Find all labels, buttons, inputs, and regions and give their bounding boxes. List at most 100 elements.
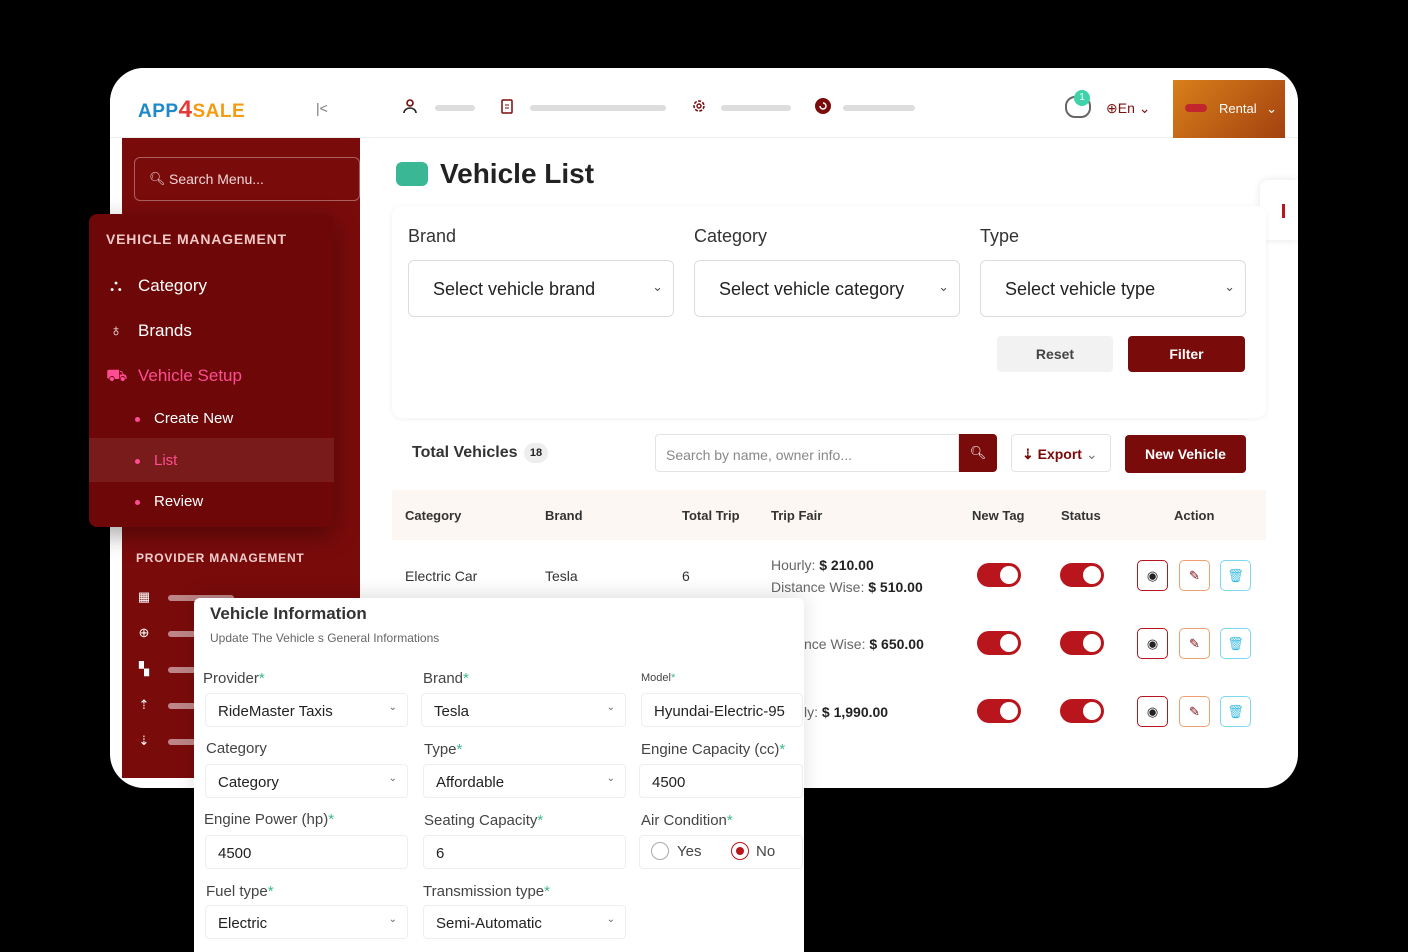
transmission-type-label: Transmission type* — [423, 883, 550, 900]
edit-button[interactable]: ✎ — [1179, 628, 1210, 659]
table-header — [392, 490, 1266, 540]
column-header: Total Trip — [682, 508, 740, 523]
module-switcher[interactable]: Rental ⌄ — [1173, 80, 1285, 138]
top-bar: APP4SALE |< 1 ⊕En ⌄ Rental ⌄ — [110, 68, 1298, 138]
status-toggle[interactable] — [1060, 563, 1104, 587]
view-button[interactable]: ◉ — [1137, 560, 1168, 591]
add-circle-icon[interactable]: ⊕ — [136, 625, 152, 641]
submenu-create-new[interactable]: Create New — [135, 410, 233, 427]
search-button[interactable]: 🔍︎ — [959, 434, 997, 472]
nav-placeholder — [530, 105, 666, 111]
view-button[interactable]: ◉ — [1137, 628, 1168, 659]
column-header: Trip Fair — [771, 508, 823, 523]
category-select[interactable]: Category ⌄ — [205, 764, 408, 798]
engine-capacity-input[interactable]: 4500 — [639, 764, 803, 798]
provider-label: Provider* — [203, 670, 265, 687]
cell-category: Electric Car — [405, 568, 478, 584]
air-condition-no-label: No — [756, 843, 776, 860]
menu-item-category[interactable]: ⛬ Category — [106, 276, 207, 296]
engine-power-input[interactable]: 4500 — [205, 835, 408, 869]
engine-power-label: Engine Power (hp)* — [204, 811, 335, 828]
edit-button[interactable]: ✎ — [1179, 560, 1210, 591]
cell-fare-distance: nce Wise: $ 650.00 — [804, 636, 924, 652]
type-select[interactable]: Affordable ⌄ — [423, 764, 626, 798]
provider-management-header: PROVIDER MANAGEMENT — [136, 551, 305, 565]
dashboard-icon[interactable]: ▚ — [136, 661, 152, 677]
cell-fare-hourly: ly: $ 1,990.00 — [804, 704, 889, 720]
vehicle-search-input[interactable]: Search by name, owner info... — [655, 434, 959, 472]
brand-select[interactable]: Tesla ⌄ — [421, 693, 626, 727]
chevron-down-icon: ⌄ — [388, 702, 397, 713]
category-label: Category — [206, 740, 267, 757]
provider-select[interactable]: RideMaster Taxis ⌄ — [205, 693, 408, 727]
fuel-type-select[interactable]: Electric ⌄ — [205, 905, 408, 939]
car-icon — [1185, 104, 1207, 112]
air-condition-no-radio[interactable] — [731, 842, 749, 860]
new-tag-toggle[interactable] — [977, 631, 1021, 655]
user-icon[interactable] — [402, 98, 418, 114]
download-icon[interactable]: ⇣ — [136, 733, 152, 749]
delete-button[interactable]: 🗑︎ — [1220, 628, 1251, 659]
transmission-type-select[interactable]: Semi-Automatic ⌄ — [423, 905, 626, 939]
page-title: Vehicle List — [440, 158, 595, 189]
model-input[interactable]: Hyundai-Electric-95 — [641, 693, 803, 727]
type-label: Type — [980, 226, 1020, 246]
pencil-icon: ✎ — [1189, 636, 1200, 651]
reset-button[interactable]: Reset — [997, 336, 1113, 372]
category-select[interactable]: Select vehicle category ⌄ — [694, 260, 960, 317]
chevron-down-icon: ⌄ — [652, 279, 663, 294]
search-icon: 🔍︎ — [149, 171, 166, 186]
trash-icon: 🗑︎ — [1227, 704, 1244, 719]
filter-button[interactable]: Filter — [1128, 336, 1245, 372]
delete-button[interactable]: 🗑︎ — [1220, 560, 1251, 591]
menu-search-input[interactable]: 🔍︎ Search Menu... — [134, 157, 360, 201]
settings-icon[interactable] — [691, 98, 707, 114]
brand-select[interactable]: Select vehicle brand ⌄ — [408, 260, 674, 317]
new-tag-toggle[interactable] — [977, 563, 1021, 587]
view-button[interactable]: ◉ — [1137, 696, 1168, 727]
edit-button[interactable]: ✎ — [1179, 696, 1210, 727]
calendar-icon[interactable]: ▦ — [136, 589, 152, 605]
submenu-review[interactable]: Review — [135, 493, 203, 510]
total-vehicles-badge: 18 — [524, 443, 548, 463]
cell-trips: 6 — [682, 568, 690, 584]
submenu-list[interactable]: List — [135, 452, 177, 469]
active-item-highlight — [89, 438, 334, 482]
type-select[interactable]: Select vehicle type ⌄ — [980, 260, 1246, 317]
nav-placeholder — [435, 105, 475, 111]
collapse-sidebar-icon[interactable]: |< — [316, 100, 328, 116]
new-tag-toggle[interactable] — [977, 699, 1021, 723]
upload-icon[interactable]: ⇡ — [136, 697, 152, 713]
chevron-down-icon: ⌄ — [388, 773, 397, 784]
air-condition-yes-radio[interactable] — [651, 842, 669, 860]
status-toggle[interactable] — [1060, 699, 1104, 723]
app-logo[interactable]: APP4SALE — [138, 96, 245, 124]
nav-placeholder — [721, 105, 791, 111]
language-selector[interactable]: ⊕En ⌄ — [1106, 100, 1150, 117]
column-header: Action — [1174, 508, 1215, 523]
brand-label: Brand* — [423, 670, 469, 687]
export-button[interactable]: ⇣ Export ⌄ — [1011, 434, 1111, 472]
trash-icon: 🗑︎ — [1227, 568, 1244, 583]
chevron-down-icon: ⌄ — [1085, 446, 1098, 462]
clipboard-icon[interactable] — [499, 98, 515, 114]
car-icon: ⛟ — [106, 366, 128, 385]
pencil-icon: ✎ — [1189, 704, 1200, 719]
badge-icon: ♁ — [109, 321, 123, 340]
chevron-down-icon: ⌄ — [606, 702, 615, 713]
menu-item-brands[interactable]: ♁ Brands — [106, 321, 192, 341]
chevron-down-icon: ⌄ — [606, 914, 615, 925]
brand-label: Brand — [408, 226, 457, 246]
delete-button[interactable]: 🗑︎ — [1220, 696, 1251, 727]
card-title: Vehicle Information — [210, 604, 367, 623]
chevron-down-icon: ⌄ — [1224, 279, 1235, 294]
seating-capacity-label: Seating Capacity* — [424, 812, 544, 829]
download-icon: ⇣ — [1022, 446, 1034, 462]
new-vehicle-button[interactable]: New Vehicle — [1125, 435, 1246, 473]
menu-item-vehicle-setup[interactable]: ⛟ Vehicle Setup — [106, 366, 242, 388]
status-toggle[interactable] — [1060, 631, 1104, 655]
notification-badge: 1 — [1074, 90, 1090, 106]
fuel-type-label: Fuel type* — [206, 883, 274, 900]
seating-capacity-input[interactable]: 6 — [423, 835, 626, 869]
refresh-icon[interactable] — [815, 98, 831, 114]
